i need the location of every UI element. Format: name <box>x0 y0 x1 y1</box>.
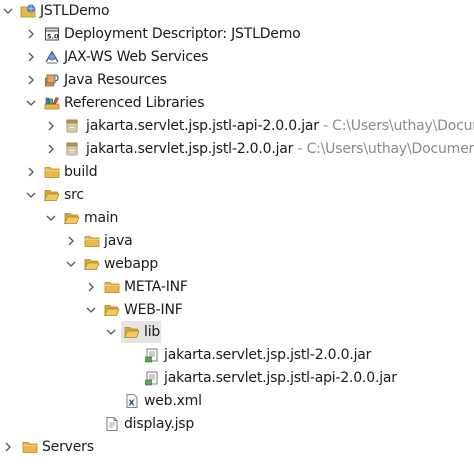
folder-icon <box>44 167 60 178</box>
chevron-down-icon[interactable] <box>26 98 36 108</box>
tree-node-label: jakarta.servlet.jsp.jstl-2.0.0.jar <box>164 347 372 363</box>
chevron-down-icon[interactable] <box>26 190 36 200</box>
chevron-right-icon[interactable] <box>26 29 36 39</box>
chevron-right-icon[interactable] <box>26 75 36 85</box>
tree-node-label: display.jsp <box>124 416 195 432</box>
jar-file-icon <box>145 371 158 386</box>
tree-node-label: Deployment Descriptor: JSTLDemo <box>64 26 301 42</box>
tree-node-web-inf[interactable]: WEB-INF <box>0 299 474 322</box>
tree-node-label: main <box>84 210 119 226</box>
jar-label-group: jakarta.servlet.jsp.jstl-api-2.0.0.jar -… <box>86 117 474 135</box>
tree-node-label: Java Resources <box>64 72 167 88</box>
folder-icon <box>22 442 38 453</box>
tree-node-deployment-descriptor[interactable]: 5.0 Deployment Descriptor: JSTLDemo <box>0 23 474 46</box>
tree-node-java-resources[interactable]: Java Resources <box>0 69 474 92</box>
deployment-descriptor-icon: 5.0 <box>45 27 59 41</box>
project-explorer-tree: JSTLDemo 5.0 Deployment Descriptor: JSTL… <box>0 0 474 469</box>
folder-open-icon <box>44 190 60 201</box>
jar-file-icon <box>66 119 78 133</box>
tree-node-referenced-jar[interactable]: jakarta.servlet.jsp.jstl-2.0.0.jar - C:\… <box>0 138 474 161</box>
tree-node-display-jsp[interactable]: display.jsp <box>0 413 474 436</box>
tree-node-web-xml[interactable]: X web.xml <box>0 390 474 413</box>
xml-file-icon: X <box>126 394 138 408</box>
chevron-right-icon[interactable] <box>86 282 96 292</box>
jar-name: jakarta.servlet.jsp.jstl-2.0.0.jar <box>86 141 294 157</box>
web-services-icon <box>45 50 59 64</box>
tree-node-meta-inf[interactable]: META-INF <box>0 276 474 299</box>
folder-open-icon <box>104 305 120 316</box>
tree-node-label: WEB-INF <box>124 302 183 318</box>
tree-node-label: jakarta.servlet.jsp.jstl-api-2.0.0.jar <box>164 370 397 386</box>
tree-node-webapp[interactable]: webapp <box>0 253 474 276</box>
chevron-down-icon[interactable] <box>66 259 76 269</box>
chevron-right-icon[interactable] <box>26 52 36 62</box>
svg-text:X: X <box>129 399 136 408</box>
tree-node-label: META-INF <box>124 279 188 295</box>
chevron-right-icon[interactable] <box>26 167 36 177</box>
tree-node-label: src <box>64 187 84 203</box>
tree-node-label: web.xml <box>144 393 202 409</box>
tree-node-label: webapp <box>104 256 159 272</box>
tree-node-lib-jar[interactable]: jakarta.servlet.jsp.jstl-api-2.0.0.jar <box>0 367 474 390</box>
svg-text:5.0: 5.0 <box>47 33 59 41</box>
tree-node-referenced-jar[interactable]: jakarta.servlet.jsp.jstl-api-2.0.0.jar -… <box>0 115 474 138</box>
tree-node-lib-jar[interactable]: jakarta.servlet.jsp.jstl-2.0.0.jar <box>0 344 474 367</box>
jar-file-icon <box>145 348 158 363</box>
tree-node-build[interactable]: build <box>0 161 474 184</box>
jar-file-icon <box>66 142 78 156</box>
java-resources-icon <box>45 74 59 87</box>
tree-node-label: Referenced Libraries <box>64 95 205 111</box>
tree-node-referenced-libraries[interactable]: Referenced Libraries <box>0 92 474 115</box>
chevron-right-icon[interactable] <box>3 442 13 452</box>
tree-node-label: lib <box>144 324 161 340</box>
tree-node-label: JAX-WS Web Services <box>64 49 209 65</box>
tree-node-servers[interactable]: Servers <box>0 436 474 459</box>
chevron-down-icon[interactable] <box>106 327 116 337</box>
chevron-right-icon[interactable] <box>46 121 56 131</box>
tree-node-java[interactable]: java <box>0 230 474 253</box>
library-icon <box>44 97 60 110</box>
tree-node-lib[interactable]: lib <box>0 321 474 344</box>
folder-open-icon <box>124 327 140 338</box>
chevron-right-icon[interactable] <box>66 236 76 246</box>
chevron-down-icon[interactable] <box>46 213 56 223</box>
folder-open-icon <box>84 259 100 270</box>
chevron-right-icon[interactable] <box>46 144 56 154</box>
tree-node-jaxws[interactable]: JAX-WS Web Services <box>0 46 474 69</box>
folder-open-icon <box>64 213 80 224</box>
tree-node-src[interactable]: src <box>0 184 474 207</box>
tree-node-main[interactable]: main <box>0 207 474 230</box>
chevron-down-icon[interactable] <box>3 6 13 16</box>
jar-label-group: jakarta.servlet.jsp.jstl-2.0.0.jar - C:\… <box>86 140 474 158</box>
tree-node-label: JSTLDemo <box>40 3 110 19</box>
tree-node-label: build <box>64 164 98 180</box>
jar-location: - C:\Users\uthay\Documents <box>293 141 474 157</box>
tree-node-label: java <box>104 233 133 249</box>
chevron-down-icon[interactable] <box>86 305 96 315</box>
jsp-file-icon <box>106 417 118 431</box>
jar-name: jakarta.servlet.jsp.jstl-api-2.0.0.jar <box>86 118 319 134</box>
folder-icon <box>84 236 100 247</box>
tree-node-project[interactable]: JSTLDemo <box>0 0 474 23</box>
tree-node-label: Servers <box>42 439 94 455</box>
folder-icon <box>104 282 120 293</box>
jar-location: - C:\Users\uthay\Docume <box>323 118 474 134</box>
web-project-icon <box>20 4 36 18</box>
